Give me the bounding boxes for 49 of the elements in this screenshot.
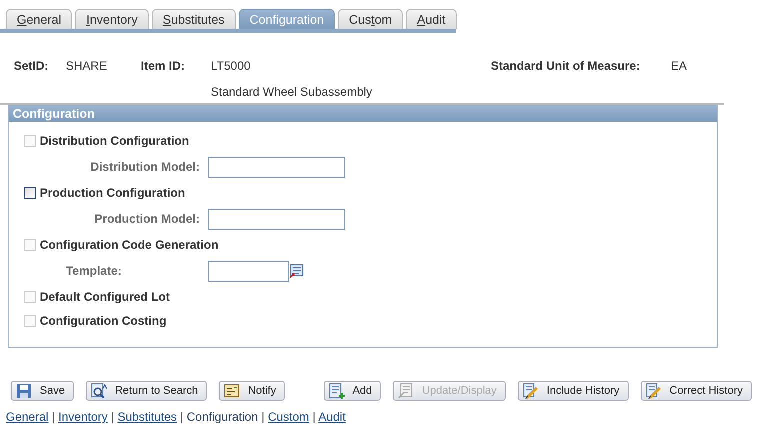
checkbox-label: Configuration Costing [40, 314, 167, 328]
field-label: Distribution Model: [90, 160, 201, 174]
pencil-document-icon [522, 383, 539, 399]
page-link[interactable]: Audit [318, 410, 346, 424]
link-separator: | [260, 410, 266, 424]
link-separator: | [179, 410, 185, 424]
checkbox[interactable] [24, 187, 36, 199]
current-page-label: Configuration [186, 410, 258, 424]
tab[interactable]: Inventory [75, 9, 149, 29]
correct-button[interactable]: Correct History [640, 381, 752, 401]
note-icon [224, 383, 240, 399]
tab[interactable]: Audit [406, 9, 457, 29]
field-label: Standard Unit of Measure: [491, 59, 642, 73]
page-link[interactable]: Inventory [58, 410, 108, 424]
link-separator: | [312, 410, 317, 424]
tab[interactable]: General [6, 9, 72, 29]
save-button[interactable]: Save [11, 381, 74, 401]
link-separator: | [110, 410, 116, 424]
document-icon [398, 383, 414, 399]
field-value: EA [671, 59, 688, 73]
item-description: Standard Wheel Subassembly [211, 85, 374, 99]
return-button[interactable]: Return to Search [86, 381, 208, 401]
field-value: LT5000 [211, 59, 252, 73]
field-label: Template: [65, 264, 123, 278]
magnifier-icon [91, 383, 108, 399]
field-label: Item ID: [141, 59, 186, 73]
field-label: Production Model: [94, 212, 201, 226]
section-title: Configuration [9, 106, 717, 122]
checkbox-label: Production Configuration [40, 186, 186, 200]
field-label: SetID: [14, 59, 50, 73]
link-separator: | [51, 410, 56, 424]
input-field[interactable] [208, 260, 289, 282]
tab[interactable]: Custom [338, 9, 404, 29]
field-value: SHARE [66, 59, 108, 73]
input-field[interactable] [208, 156, 345, 178]
add-button[interactable]: Add [324, 381, 382, 401]
tab[interactable]: Substitutes [152, 9, 236, 29]
input-field[interactable] [208, 208, 345, 230]
add-document-icon [328, 383, 345, 399]
pencil-document-icon [646, 383, 662, 399]
lookup-icon[interactable] [290, 264, 304, 278]
notify-button[interactable]: Notify [219, 381, 286, 401]
checkbox-label: Configuration Code Generation [40, 238, 219, 252]
checkbox-label: Distribution Configuration [40, 134, 190, 148]
page-link[interactable]: Custom [268, 410, 310, 424]
page-link[interactable]: General [6, 410, 49, 424]
page-link[interactable]: Substitutes [118, 410, 178, 424]
include-button[interactable]: Include History [518, 381, 629, 401]
checkbox-label: Default Configured Lot [40, 290, 170, 304]
